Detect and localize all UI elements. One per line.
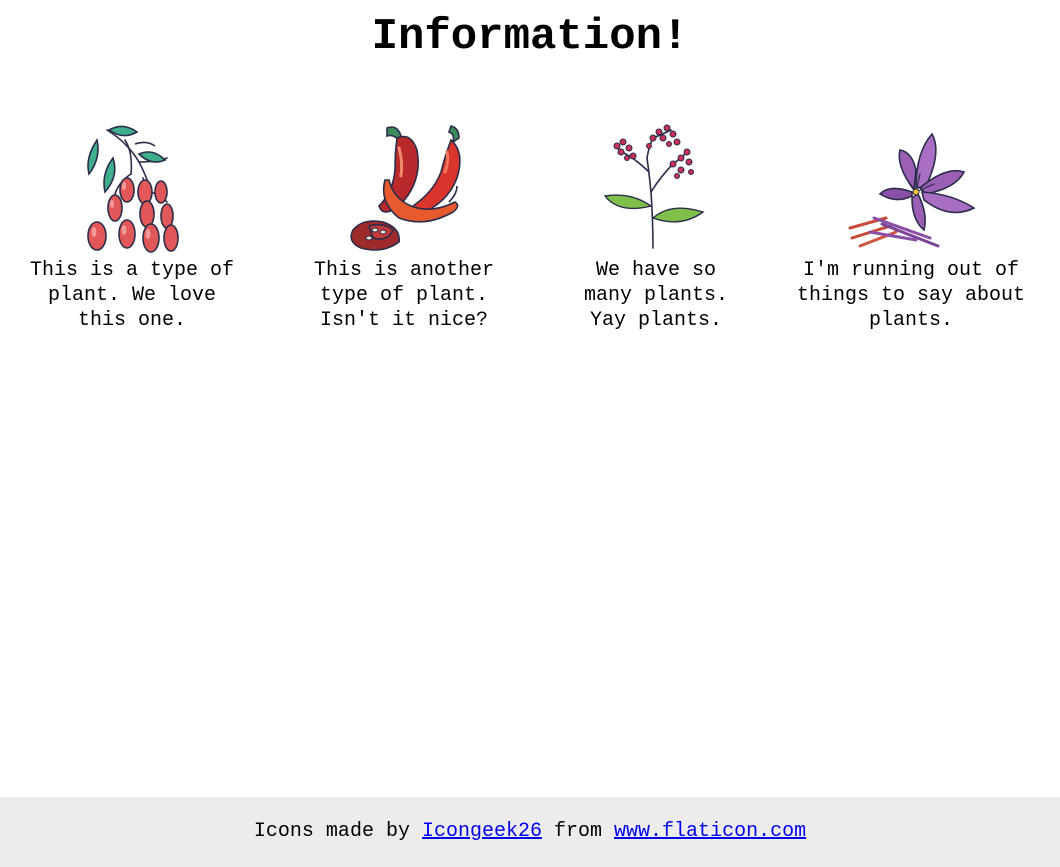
saffron-flower-icon bbox=[848, 132, 976, 248]
page-title: Information! bbox=[371, 12, 689, 62]
page: Information! This is a type of plant. We… bbox=[0, 0, 1060, 867]
plant-cards: This is a type of plant. We love this on… bbox=[0, 122, 1060, 342]
footer-prefix: Icons made by bbox=[253, 820, 410, 843]
footer: Icons made by Icongeek26 from www.flatic… bbox=[0, 797, 1060, 867]
plant-card-1-caption: This is a type of plant. We love this on… bbox=[29, 259, 235, 332]
plant-card-2: This is another type of plant. Isn't it … bbox=[286, 122, 522, 333]
plant-card-4: I'm running out of things to say about p… bbox=[780, 122, 1042, 333]
icongeek26-link[interactable]: Icongeek26 bbox=[422, 820, 542, 843]
plant-card-1: This is a type of plant. We love this on… bbox=[12, 122, 252, 333]
plant-card-2-caption: This is another type of plant. Isn't it … bbox=[313, 259, 495, 332]
plant-card-3: We have so many plants. Yay plants. bbox=[566, 122, 746, 333]
elderberry-plant-icon bbox=[603, 124, 705, 249]
plant-card-3-caption: We have so many plants. Yay plants. bbox=[583, 259, 729, 332]
plant-card-4-caption: I'm running out of things to say about p… bbox=[796, 259, 1026, 332]
goji-berries-icon bbox=[87, 125, 179, 253]
flaticon-link[interactable]: www.flaticon.com bbox=[614, 820, 806, 843]
chili-peppers-icon bbox=[350, 125, 461, 251]
footer-middle: from bbox=[554, 820, 603, 843]
